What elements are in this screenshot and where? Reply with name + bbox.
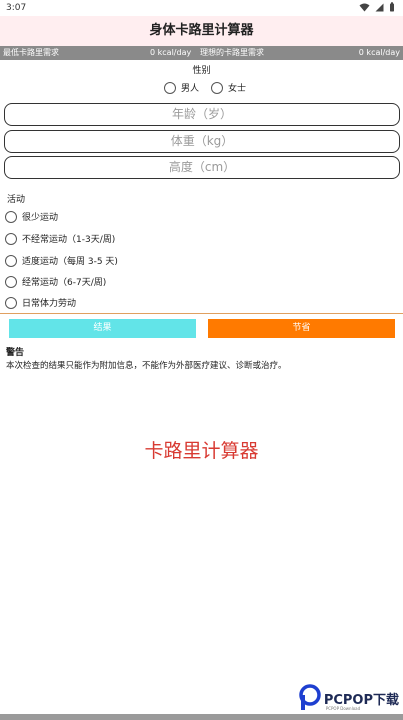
- gender-female-radio[interactable]: 女士: [211, 81, 246, 94]
- save-button[interactable]: 节省: [208, 319, 395, 338]
- activity-option-label: 很少运动: [22, 213, 59, 223]
- radio-circle[interactable]: [164, 81, 176, 94]
- section-divider: [0, 313, 403, 314]
- banner-title: 卡路里计算器: [144, 440, 259, 462]
- status-time: 3:07: [6, 3, 27, 13]
- result-button[interactable]: 结果: [9, 319, 196, 338]
- min-calorie-label: 最低卡路里需求: [3, 48, 59, 57]
- app-title-bar: 身体卡路里计算器: [0, 16, 403, 46]
- battery-icon: [390, 2, 394, 12]
- min-calorie-value: 0 kcal/day: [150, 48, 192, 57]
- activity-option-labor[interactable]: 日常体力劳动: [5, 296, 76, 309]
- navigation-bar: [0, 714, 403, 720]
- warning-text: 本次检查的结果只能作为附加信息，不能作为外部医疗建议、诊断或治疗。: [6, 361, 287, 371]
- ideal-calorie-label: 理想的卡路里需求: [200, 48, 264, 57]
- activity-option-label: 日常体力劳动: [22, 299, 77, 309]
- watermark: PCPOP下载 PCPOP Download: [298, 684, 399, 712]
- activity-option-active[interactable]: 经常运动（6-7天/周): [5, 275, 106, 288]
- status-icons: [359, 2, 395, 12]
- warning-title: 警告: [6, 348, 25, 358]
- height-input[interactable]: 高度（cm）: [4, 156, 400, 179]
- radio-circle[interactable]: [5, 296, 17, 309]
- watermark-text: PCPOP下载: [323, 692, 399, 708]
- gender-label: 性别: [192, 66, 211, 76]
- activity-option-label: 不经常运动（1-3天/周): [22, 235, 116, 245]
- radio-circle[interactable]: [5, 254, 17, 267]
- gender-male-label: 男人: [181, 84, 200, 94]
- activity-option-sedentary[interactable]: 很少运动: [5, 210, 58, 223]
- activity-option-light[interactable]: 不经常运动（1-3天/周): [5, 232, 115, 245]
- radio-circle[interactable]: [5, 275, 17, 288]
- activity-label: 活动: [7, 195, 26, 205]
- activity-option-moderate[interactable]: 适度运动（每周 3-5 天): [5, 254, 118, 267]
- status-bar: 3:07: [0, 0, 403, 16]
- gender-male-radio[interactable]: 男人: [164, 81, 199, 94]
- pcpop-logo-icon: [299, 684, 321, 710]
- radio-circle[interactable]: [5, 210, 17, 223]
- watermark-subtext: PCPOP Download: [325, 706, 361, 711]
- weight-input[interactable]: 体重（kg）: [4, 130, 400, 153]
- gender-female-label: 女士: [228, 84, 247, 94]
- radio-circle[interactable]: [5, 232, 17, 245]
- activity-option-label: 适度运动（每周 3-5 天): [22, 257, 118, 267]
- radio-circle[interactable]: [211, 81, 223, 94]
- wifi-icon: [359, 3, 370, 11]
- signal-icon: [375, 3, 384, 11]
- app-title: 身体卡路里计算器: [149, 23, 254, 38]
- activity-option-label: 经常运动（6-7天/周): [22, 278, 107, 288]
- age-input[interactable]: 年龄（岁）: [4, 103, 400, 126]
- ideal-calorie-value: 0 kcal/day: [358, 48, 400, 57]
- calorie-summary-bar: 最低卡路里需求 0 kcal/day 理想的卡路里需求 0 kcal/day: [0, 46, 403, 60]
